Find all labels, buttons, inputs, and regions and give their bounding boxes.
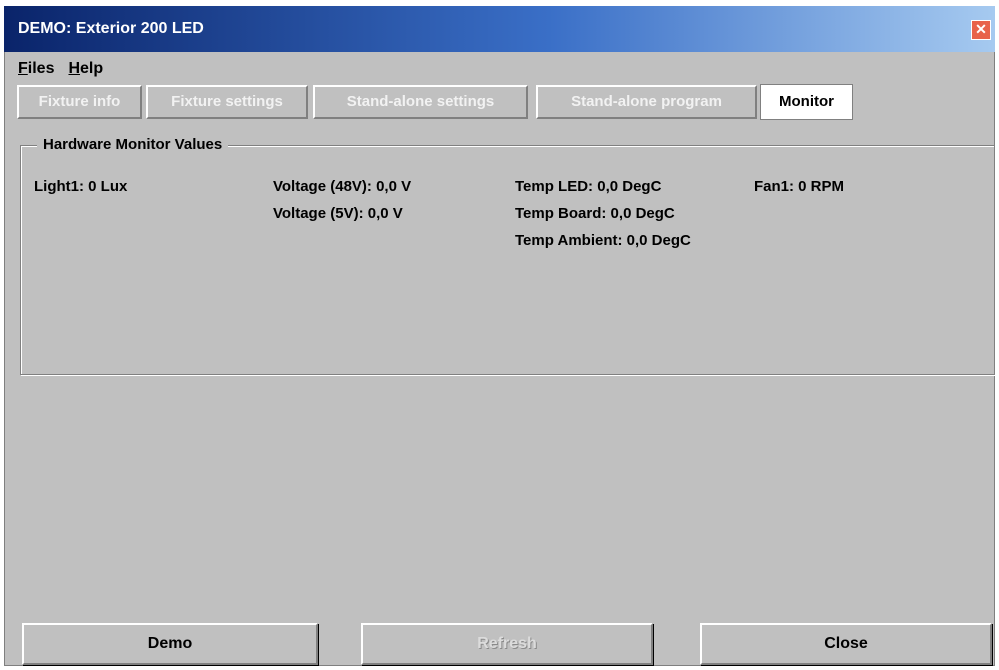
hardware-monitor-group: Hardware Monitor Values Light1: 0 Lux Vo…: [20, 135, 995, 375]
tab-monitor[interactable]: Monitor: [760, 84, 853, 120]
close-button[interactable]: Close: [700, 623, 992, 665]
fan1-readout: Fan1: 0 RPM: [754, 178, 845, 195]
tab-stand-alone-program[interactable]: Stand-alone program: [536, 85, 757, 119]
close-icon[interactable]: ✕: [971, 20, 991, 40]
light1-readout: Light1: 0 Lux: [34, 178, 128, 195]
title-bar[interactable]: DEMO: Exterior 200 LED ✕: [4, 6, 995, 52]
menu-help-rest: elp: [80, 60, 104, 77]
menu-bar: Files Help: [18, 58, 103, 80]
temp-led-readout: Temp LED: 0,0 DegC: [515, 178, 662, 195]
demo-button[interactable]: Demo: [22, 623, 318, 665]
window-title: DEMO: Exterior 200 LED: [18, 20, 204, 37]
group-title: Hardware Monitor Values: [37, 135, 229, 155]
menu-help[interactable]: Help: [68, 58, 103, 80]
menu-files-rest: iles: [27, 60, 55, 77]
menu-files[interactable]: Files: [18, 58, 54, 80]
temp-board-readout: Temp Board: 0,0 DegC: [515, 205, 675, 222]
voltage-48v-readout: Voltage (48V): 0,0 V: [273, 178, 412, 195]
refresh-button[interactable]: Refresh: [361, 623, 653, 665]
tab-fixture-settings[interactable]: Fixture settings: [146, 85, 308, 119]
menu-help-accel: H: [68, 60, 81, 77]
temp-ambient-readout: Temp Ambient: 0,0 DegC: [515, 232, 691, 249]
tab-stand-alone-settings[interactable]: Stand-alone settings: [313, 85, 528, 119]
menu-files-accel: F: [18, 60, 28, 77]
voltage-5v-readout: Voltage (5V): 0,0 V: [273, 205, 403, 222]
tab-fixture-info[interactable]: Fixture info: [17, 85, 142, 119]
